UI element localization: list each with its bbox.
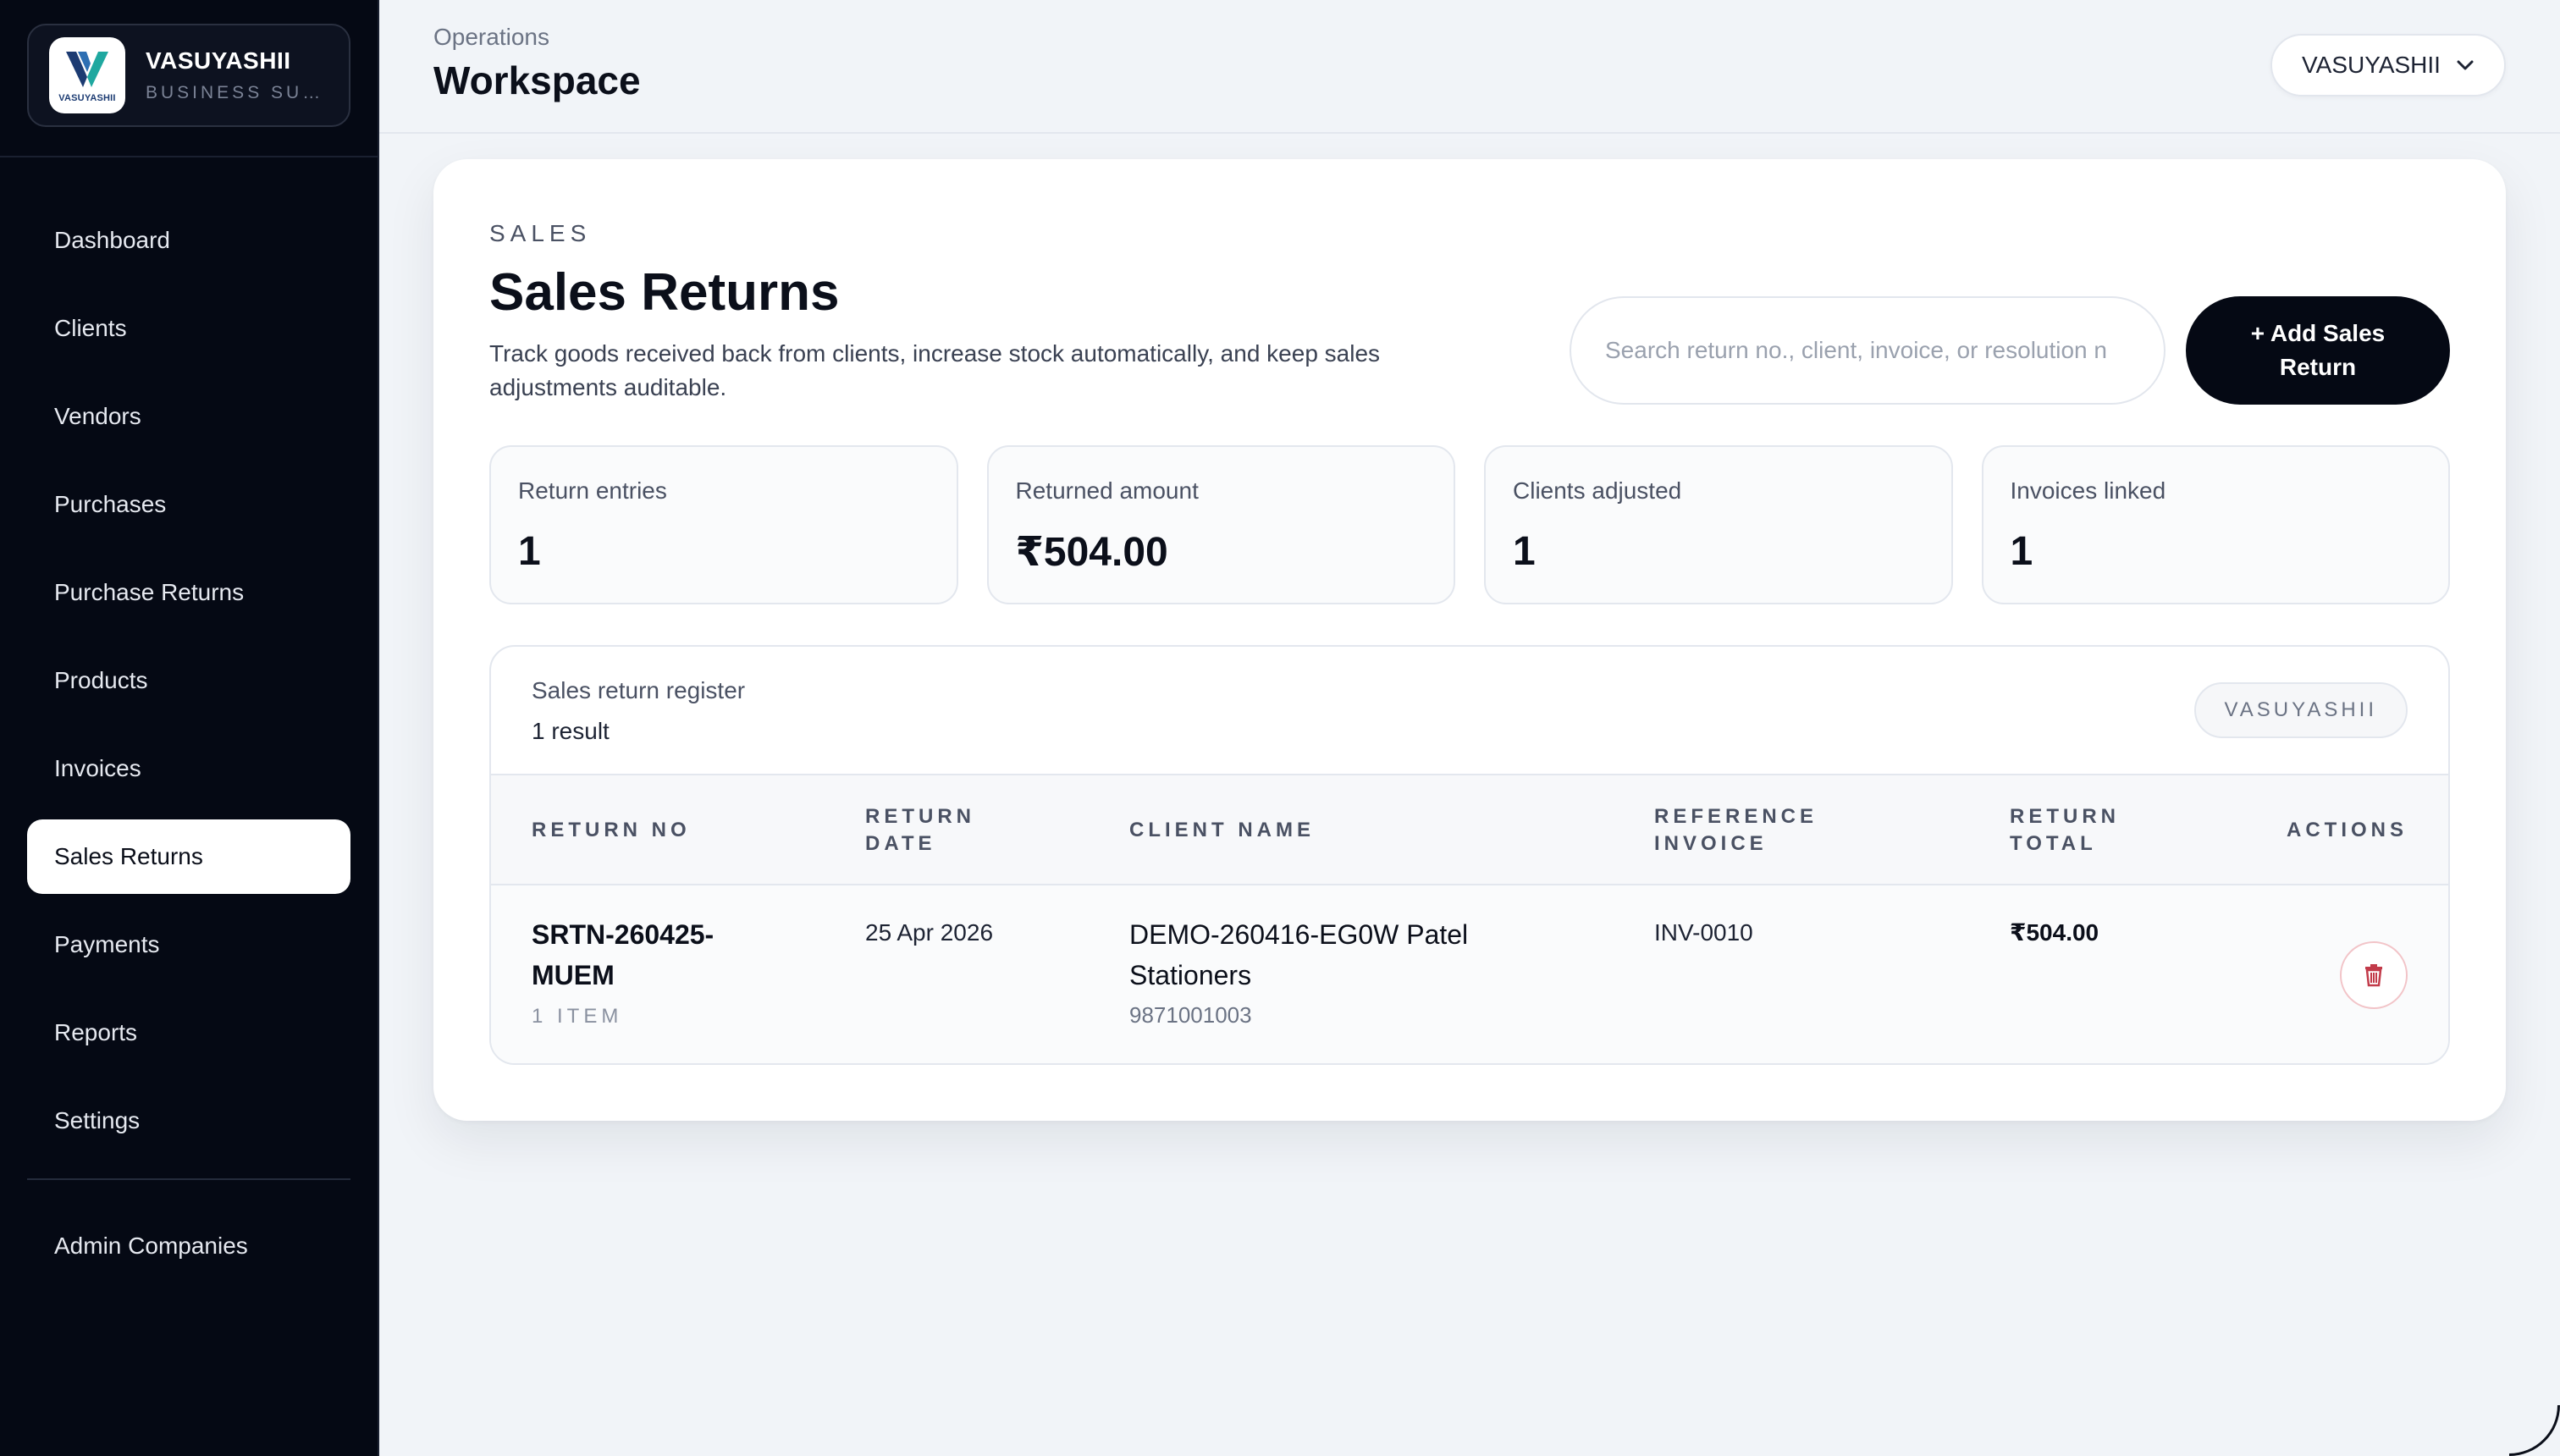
return-number: SRTN-260425-MUEM xyxy=(532,919,714,990)
delete-return-button[interactable] xyxy=(2340,941,2408,1009)
cell-return-date: 25 Apr 2026 xyxy=(865,919,994,946)
sidebar-item-purchases[interactable]: Purchases xyxy=(27,467,350,542)
column-header-return-no[interactable]: RETURN NO xyxy=(532,775,836,885)
sidebar-item-clients[interactable]: Clients xyxy=(27,291,350,366)
stat-value: 1 xyxy=(518,529,541,574)
search-input[interactable] xyxy=(1570,296,2166,405)
trash-icon xyxy=(2365,964,2382,987)
breadcrumb: Operations xyxy=(433,24,549,50)
stat-value: 1 xyxy=(1513,529,1536,574)
sidebar-item-products[interactable]: Products xyxy=(27,643,350,718)
column-header-reference-invoice[interactable]: REFERENCE INVOICE xyxy=(1654,775,1874,885)
register-header: Sales return register 1 result VASUYASHI… xyxy=(491,647,2448,775)
section-title: Sales Returns xyxy=(489,263,840,322)
chevron-down-icon xyxy=(2457,60,2474,70)
stat-label: Returned amount xyxy=(1015,477,1199,504)
sidebar-item-admin-companies[interactable]: Admin Companies xyxy=(27,1209,350,1283)
cell-client-name: DEMO-260416-EG0W Patel Stationers 987100… xyxy=(1129,914,1519,1029)
sidebar-item-payments[interactable]: Payments xyxy=(27,907,350,982)
company-switcher[interactable]: VASUYASHII xyxy=(2270,34,2506,97)
sidebar-item-reports[interactable]: Reports xyxy=(27,995,350,1070)
cell-reference-invoice[interactable]: INV-0010 xyxy=(1654,913,1753,953)
sidebar-item-settings[interactable]: Settings xyxy=(27,1084,350,1158)
column-header-client-name[interactable]: CLIENT NAME xyxy=(1129,775,1603,885)
company-chip: VASUYASHII xyxy=(2193,682,2408,738)
sidebar-nav: Dashboard Clients Vendors Purchases Purc… xyxy=(27,203,350,1297)
stat-invoices-linked: Invoices linked 1 xyxy=(1981,445,2450,604)
column-header-actions: ACTIONS xyxy=(2287,819,2408,841)
brand-logo-text: VASUYASHII xyxy=(58,92,116,103)
page-title: Workspace xyxy=(433,58,641,102)
table-header: RETURN NO RETURN DATE CLIENT NAME REFERE… xyxy=(491,775,2448,885)
top-header: Operations Workspace VASUYASHII xyxy=(379,0,2560,134)
sales-returns-card: SALES Sales Returns Track goods received… xyxy=(433,159,2506,1121)
register-title: Sales return register xyxy=(532,677,746,703)
stats-row: Return entries 1 Returned amount ₹504.00… xyxy=(489,445,2450,604)
section-eyebrow: SALES xyxy=(489,220,592,246)
sidebar-item-purchase-returns[interactable]: Purchase Returns xyxy=(27,555,350,630)
sales-return-register: Sales return register 1 result VASUYASHI… xyxy=(489,645,2450,1065)
stat-clients-adjusted: Clients adjusted 1 xyxy=(1484,445,1953,604)
sidebar-divider xyxy=(0,156,378,157)
stat-value: 1 xyxy=(2010,529,2033,574)
company-switcher-label: VASUYASHII xyxy=(2302,52,2441,78)
sidebar: VASUYASHII VASUYASHII BUSINESS SUITE Das… xyxy=(0,0,379,1456)
cell-return-no: SRTN-260425-MUEM 1 ITEM xyxy=(532,914,752,1029)
stat-returned-amount: Returned amount ₹504.00 xyxy=(986,445,1455,604)
brand-logo-mark-icon xyxy=(66,51,108,87)
column-header-return-total[interactable]: RETURN TOTAL xyxy=(2010,775,2179,885)
app-root: VASUYASHII VASUYASHII BUSINESS SUITE Das… xyxy=(0,0,2560,1456)
client-phone: 9871001003 xyxy=(1129,1002,1252,1028)
sidebar-item-sales-returns[interactable]: Sales Returns xyxy=(27,819,350,894)
brand-name: VASUYASHII xyxy=(146,47,291,74)
register-result-count: 1 result xyxy=(532,718,610,744)
stat-label: Invoices linked xyxy=(2010,477,2166,504)
stat-label: Clients adjusted xyxy=(1513,477,1682,504)
brand-text: VASUYASHII BUSINESS SUITE xyxy=(146,47,323,103)
stat-label: Return entries xyxy=(518,477,667,504)
brand-card[interactable]: VASUYASHII VASUYASHII BUSINESS SUITE xyxy=(27,24,350,127)
sidebar-nav-divider xyxy=(27,1178,350,1180)
sidebar-item-dashboard[interactable]: Dashboard xyxy=(27,203,350,278)
window-corner xyxy=(2509,1405,2560,1456)
brand-logo: VASUYASHII xyxy=(49,37,125,113)
add-sales-return-button[interactable]: + Add Sales Return xyxy=(2186,296,2450,405)
section-description: Track goods received back from clients, … xyxy=(489,340,1381,400)
table-row[interactable]: SRTN-260425-MUEM 1 ITEM 25 Apr 2026 DEMO… xyxy=(491,885,2448,1063)
client-name: DEMO-260416-EG0W Patel Stationers xyxy=(1129,919,1469,990)
sidebar-item-invoices[interactable]: Invoices xyxy=(27,731,350,806)
stat-return-entries: Return entries 1 xyxy=(489,445,958,604)
sidebar-item-vendors[interactable]: Vendors xyxy=(27,379,350,454)
stat-value: ₹504.00 xyxy=(1015,530,1168,575)
return-item-count: 1 ITEM xyxy=(532,1005,623,1028)
column-header-return-date[interactable]: RETURN DATE xyxy=(865,775,1018,885)
cell-return-total: ₹504.00 xyxy=(2010,919,2099,946)
brand-subtitle: BUSINESS SUITE xyxy=(146,83,323,102)
